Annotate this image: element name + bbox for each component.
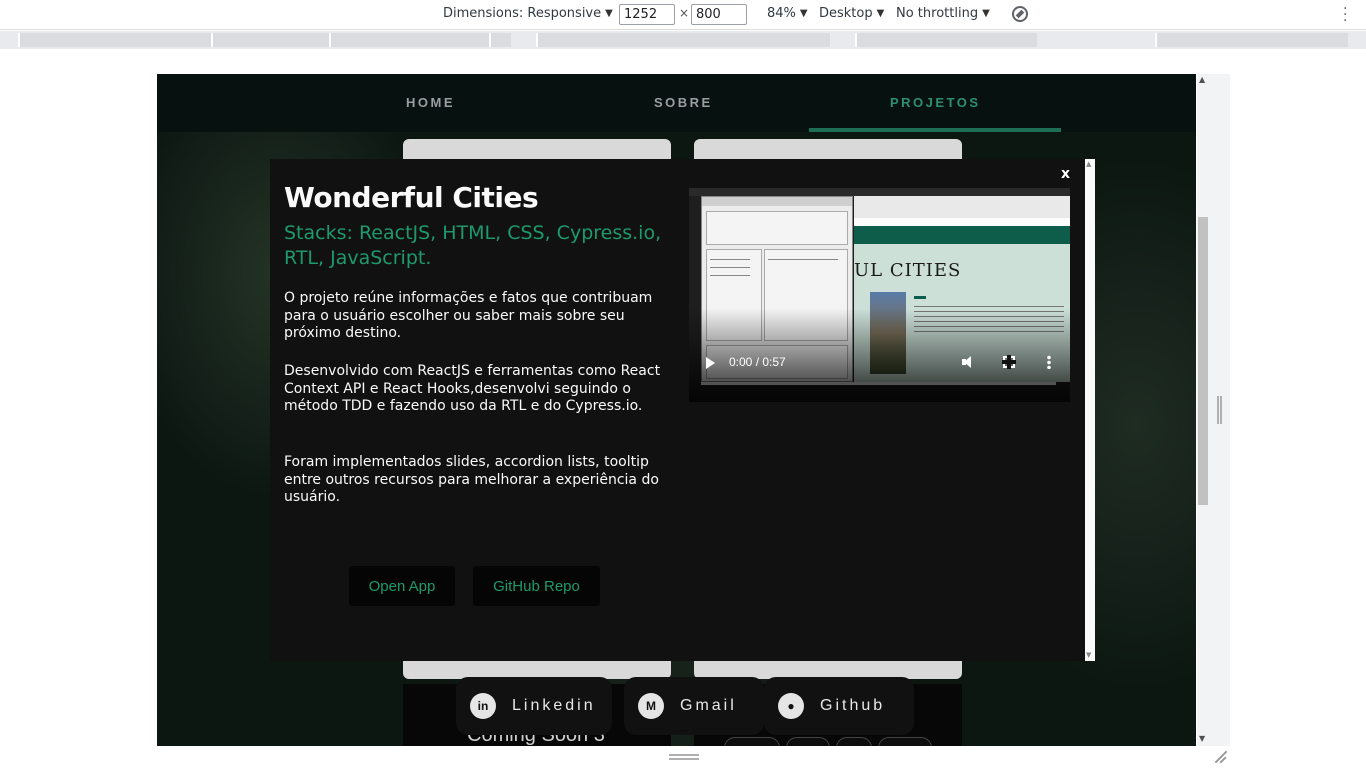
devtools-device-toolbar: Dimensions: Responsive ▼ × 84% ▼ Desktop… bbox=[0, 0, 1366, 30]
video-desktop-topbar bbox=[689, 188, 1070, 196]
open-app-button[interactable]: Open App bbox=[349, 566, 455, 606]
stack-tag bbox=[724, 737, 780, 746]
page-scrollbar[interactable]: ▲ ▼ bbox=[1197, 74, 1230, 746]
gmail-label: Gmail bbox=[680, 697, 737, 714]
scroll-up-icon[interactable]: ▲ bbox=[1199, 75, 1205, 84]
github-repo-button[interactable]: GitHub Repo bbox=[473, 566, 600, 606]
modal-scrollbar[interactable]: ▲ ▼ bbox=[1085, 159, 1095, 661]
video-heading: UL CITIES bbox=[854, 260, 962, 281]
github-icon: ● bbox=[778, 693, 804, 719]
height-input[interactable] bbox=[691, 4, 747, 25]
nav-active-underline bbox=[809, 128, 1061, 132]
video-accent-bar bbox=[914, 296, 926, 299]
video-browser-tabs bbox=[854, 196, 1070, 218]
fullscreen-icon[interactable] bbox=[1002, 355, 1016, 369]
linkedin-label: Linkedin bbox=[512, 697, 596, 714]
gmail-link[interactable]: M Gmail bbox=[624, 677, 764, 735]
top-navigation: HOME SOBRE PROJETOS bbox=[157, 74, 1196, 132]
video-progress-bar[interactable] bbox=[701, 382, 1056, 385]
video-recorder-line bbox=[768, 259, 838, 260]
more-options-icon[interactable] bbox=[1047, 355, 1051, 369]
scroll-up-icon[interactable]: ▲ bbox=[1086, 160, 1091, 168]
scrollbar-thumb[interactable] bbox=[1198, 217, 1208, 505]
ruler-segment[interactable] bbox=[489, 33, 511, 47]
ruler-segment[interactable] bbox=[329, 33, 489, 47]
nav-projetos[interactable]: PROJETOS bbox=[890, 95, 981, 110]
play-icon[interactable] bbox=[706, 357, 715, 369]
gmail-icon: M bbox=[638, 693, 664, 719]
throttling-dropdown[interactable]: No throttling ▼ bbox=[896, 6, 990, 21]
nav-home[interactable]: HOME bbox=[406, 95, 455, 110]
video-recorder-line bbox=[710, 275, 750, 276]
resize-corner-icon[interactable] bbox=[1212, 748, 1228, 764]
zoom-label: 84% bbox=[767, 6, 796, 21]
resize-handle-right[interactable] bbox=[1217, 396, 1222, 424]
ruler-segment[interactable] bbox=[1155, 33, 1348, 47]
project-description: Foram implementados slides, accordion li… bbox=[284, 454, 659, 506]
device-mode-label: Desktop bbox=[819, 6, 873, 21]
project-video[interactable]: Login UL CITIES bbox=[689, 188, 1070, 402]
resize-handle-bottom[interactable] bbox=[669, 754, 699, 760]
project-description: O projeto reúne informações e fatos que … bbox=[284, 290, 653, 342]
linkedin-link[interactable]: in Linkedin bbox=[456, 677, 612, 735]
project-stacks: Stacks: ReactJS, HTML, CSS, Cypress.io, … bbox=[284, 222, 662, 269]
ruler-segment[interactable] bbox=[211, 33, 329, 47]
video-recorder-panel bbox=[706, 211, 848, 245]
video-recorder-titlebar bbox=[702, 197, 852, 206]
dimensions-label: Dimensions: Responsive bbox=[443, 6, 602, 21]
video-site-navbar: Login bbox=[854, 226, 1070, 269]
project-modal: x ▲ ▼ Wonderful Cities Stacks: ReactJS, … bbox=[270, 159, 1095, 661]
ruler-segment[interactable] bbox=[855, 33, 1037, 47]
github-label: Github bbox=[820, 697, 886, 714]
volume-icon[interactable] bbox=[962, 355, 976, 369]
zoom-dropdown[interactable]: 84% ▼ bbox=[767, 6, 808, 21]
caret-down-icon: ▼ bbox=[799, 8, 808, 19]
project-description: Desenvolvido com ReactJS e ferramentas c… bbox=[284, 363, 661, 415]
ruler-segment[interactable] bbox=[536, 33, 830, 47]
times-symbol: × bbox=[679, 6, 690, 20]
stack-tag bbox=[878, 737, 932, 746]
kebab-menu-icon[interactable]: · · · bbox=[1343, 2, 1347, 28]
nav-sobre[interactable]: SOBRE bbox=[654, 95, 713, 110]
video-recorder-line bbox=[710, 259, 750, 260]
dimensions-dropdown[interactable]: Dimensions: Responsive ▼ bbox=[443, 6, 613, 21]
stack-tag bbox=[786, 737, 830, 746]
ruler-segment[interactable] bbox=[18, 33, 211, 47]
device-mode-dropdown[interactable]: Desktop ▼ bbox=[819, 6, 884, 21]
scroll-down-icon[interactable]: ▼ bbox=[1086, 651, 1091, 659]
caret-down-icon: ▼ bbox=[982, 8, 990, 19]
media-query-ruler[interactable] bbox=[0, 31, 1366, 49]
close-button[interactable]: x bbox=[1061, 166, 1070, 182]
rotate-icon[interactable] bbox=[1012, 6, 1028, 22]
github-link[interactable]: ● Github bbox=[764, 677, 914, 735]
video-recorder-line bbox=[710, 267, 750, 268]
throttling-label: No throttling bbox=[896, 6, 979, 21]
video-time: 0:00 / 0:57 bbox=[729, 355, 786, 369]
caret-down-icon: ▼ bbox=[605, 8, 613, 19]
project-title: Wonderful Cities bbox=[284, 181, 539, 214]
caret-down-icon: ▼ bbox=[876, 8, 885, 19]
stack-tag bbox=[836, 737, 872, 746]
width-input[interactable] bbox=[619, 4, 675, 25]
linkedin-icon: in bbox=[470, 693, 496, 719]
scroll-down-icon[interactable]: ▼ bbox=[1199, 734, 1205, 743]
